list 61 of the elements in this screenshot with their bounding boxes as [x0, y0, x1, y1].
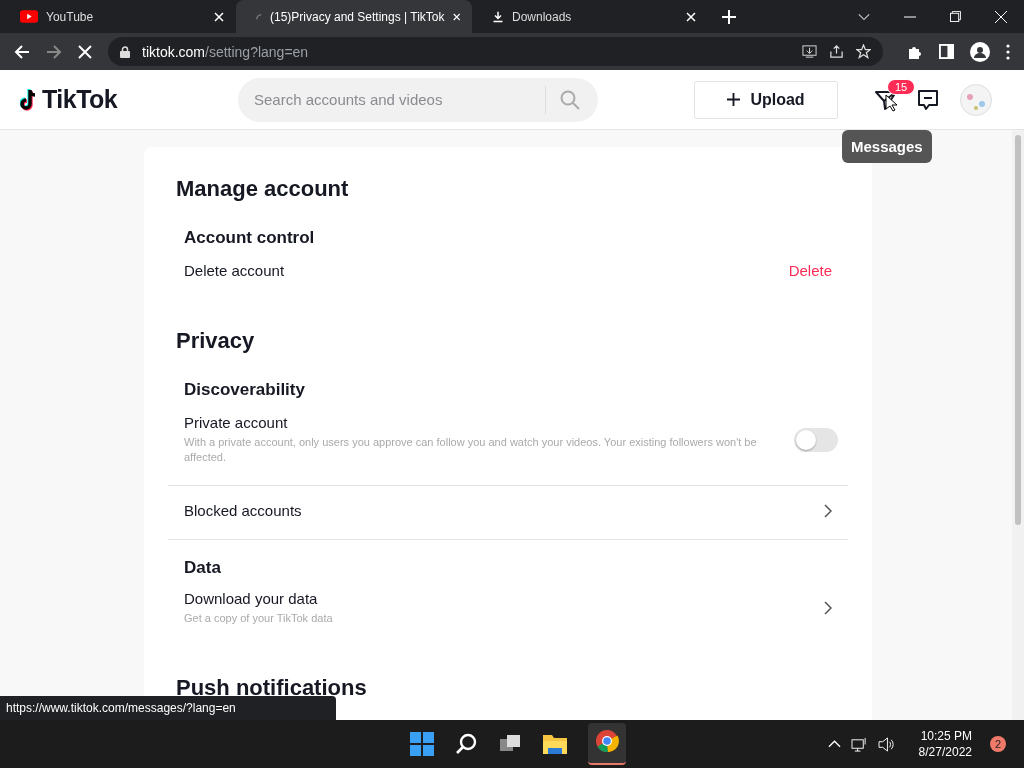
setting-description: Get a copy of your TikTok data — [184, 611, 334, 626]
browser-tab[interactable]: YouTube — [0, 0, 236, 33]
close-icon[interactable] — [452, 11, 460, 22]
notification-badge[interactable]: 2 — [990, 736, 1006, 752]
upload-button[interactable]: Upload — [694, 80, 838, 119]
forward-icon[interactable] — [46, 43, 62, 60]
clock[interactable]: 10:25 PM 8/27/2022 — [918, 728, 972, 760]
lock-icon — [120, 45, 130, 58]
folder-icon[interactable] — [542, 732, 568, 756]
toggle-switch[interactable] — [794, 427, 838, 452]
share-icon[interactable] — [829, 44, 844, 59]
back-icon[interactable] — [14, 43, 30, 60]
stop-icon[interactable] — [78, 44, 92, 59]
notification-badge: 15 — [887, 78, 916, 95]
browser-logo-icon — [595, 729, 619, 753]
browser-tab[interactable]: (15)Privacy and Settings | TikTok — [236, 0, 472, 33]
group-heading: Discoverability — [184, 379, 306, 400]
kebab-menu-icon[interactable] — [1006, 43, 1010, 60]
setting-description: With a private account, only users you approve can follow you and watch your videos. Your existing followers won't be affected. — [184, 435, 758, 465]
status-url: https://www.tiktok.com/messages/?lang=en — [0, 696, 336, 720]
speaker-icon[interactable] — [877, 736, 895, 752]
mouse-cursor-icon — [885, 93, 897, 112]
delete-link[interactable]: Delete — [788, 262, 832, 279]
close-icon[interactable] — [686, 11, 696, 22]
chevron-down-icon[interactable] — [858, 12, 870, 21]
address-field[interactable]: tiktok.com/setting?lang=en — [108, 37, 883, 66]
close-icon[interactable] — [214, 11, 224, 22]
windows-logo-icon[interactable] — [410, 732, 434, 756]
search-field[interactable]: Search accounts and videos — [252, 90, 531, 109]
side-panel-icon[interactable] — [939, 44, 954, 59]
section-title: Privacy — [175, 327, 256, 355]
section-title: Manage account — [175, 175, 350, 203]
profile-icon[interactable] — [970, 41, 990, 62]
new-tab-icon[interactable] — [722, 9, 736, 24]
loading-spinner-icon — [256, 12, 262, 21]
play-logo-icon — [20, 10, 38, 23]
setting-label: Download your data — [184, 590, 319, 607]
taskbar-app-button[interactable] — [588, 723, 626, 765]
close-icon[interactable] — [995, 10, 1007, 23]
network-icon[interactable] — [850, 736, 868, 752]
chevron-up-icon[interactable] — [827, 740, 841, 748]
scrollbar[interactable] — [1012, 130, 1024, 720]
chevron-right-icon[interactable] — [824, 503, 832, 518]
setting-label: Delete account — [184, 262, 286, 279]
plus-icon — [727, 93, 741, 106]
install-icon[interactable] — [802, 44, 817, 59]
tooltip: Messages — [842, 129, 932, 163]
setting-label: Blocked accounts — [184, 502, 303, 519]
group-heading: Account control — [184, 227, 316, 248]
setting-label: Private account — [184, 414, 289, 431]
search-icon[interactable] — [454, 732, 478, 756]
browser-tab[interactable]: Downloads — [472, 0, 708, 33]
minimize-icon[interactable] — [904, 15, 916, 18]
logo-text[interactable]: TikTok — [42, 85, 118, 114]
download-icon — [492, 10, 504, 23]
star-icon[interactable] — [856, 44, 871, 59]
group-heading: Data — [184, 557, 222, 578]
restore-icon[interactable] — [950, 11, 961, 22]
chevron-right-icon[interactable] — [824, 601, 832, 615]
chat-bubble-icon[interactable] — [916, 87, 940, 112]
search-bar[interactable]: Search accounts and videos — [238, 77, 598, 122]
